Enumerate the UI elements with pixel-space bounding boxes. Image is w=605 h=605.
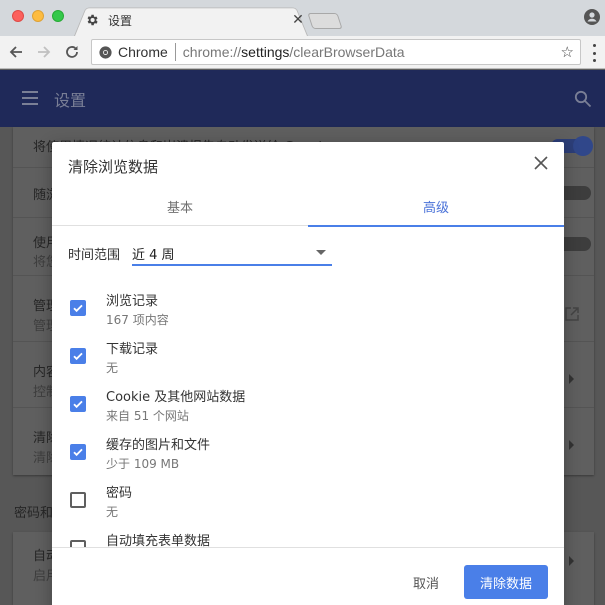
list-item[interactable]: 缓存的图片和文件 少于 109 MB — [52, 426, 564, 474]
list-item[interactable]: 浏览记录 167 项内容 — [52, 282, 564, 330]
dialog-tabs: 基本 高级 — [52, 186, 564, 227]
item-title: 下载记录 — [106, 342, 159, 357]
external-link-icon[interactable] — [564, 306, 580, 322]
tab-title: 设置 — [108, 13, 133, 28]
settings-header: 设置 — [0, 70, 605, 127]
item-subtitle: 来自 51 个网站 — [106, 409, 189, 423]
checkmark-icon — [73, 400, 83, 409]
forward-button[interactable] — [34, 42, 54, 62]
window-minimize-button[interactable] — [32, 10, 44, 22]
arrow-right-icon — [38, 46, 51, 58]
arrow-left-icon — [9, 46, 22, 58]
dropdown-caret-icon — [316, 250, 326, 255]
item-subtitle: 少于 109 MB — [106, 457, 180, 471]
checkbox-cache[interactable] — [70, 444, 86, 460]
checkmark-icon — [73, 304, 83, 313]
tab-close-icon[interactable]: ✕ — [290, 12, 306, 28]
browser-toolbar: Chrome chrome://settings/clearBrowserDat… — [0, 36, 605, 69]
item-title: Cookie 及其他网站数据 — [106, 390, 246, 405]
time-range-value: 近 4 周 — [132, 248, 175, 263]
gear-icon — [84, 12, 100, 28]
checkbox-browsing-history[interactable] — [70, 300, 86, 316]
list-item[interactable]: Cookie 及其他网站数据 来自 51 个网站 — [52, 378, 564, 426]
search-icon[interactable] — [574, 90, 592, 108]
new-tab-button[interactable] — [307, 13, 343, 29]
item-subtitle: 无 — [106, 505, 119, 519]
url-text[interactable]: chrome://settings/clearBrowserData — [183, 44, 405, 60]
reload-button[interactable] — [62, 42, 82, 62]
url-path: /clearBrowserData — [289, 44, 405, 60]
tab-basic[interactable]: 基本 — [52, 186, 308, 226]
origin-chip: Chrome — [118, 44, 168, 60]
item-title: 浏览记录 — [106, 294, 159, 309]
list-item[interactable]: 自动填充表单数据 — [52, 522, 564, 547]
checkmark-icon — [73, 448, 83, 457]
checkbox-download-history[interactable] — [70, 348, 86, 364]
checkmark-icon — [73, 352, 83, 361]
item-title: 密码 — [106, 486, 133, 501]
address-bar[interactable]: Chrome chrome://settings/clearBrowserDat… — [91, 39, 581, 65]
browser-tab-content[interactable]: 设置 ✕ — [84, 8, 306, 32]
item-subtitle: 无 — [106, 361, 119, 375]
close-icon[interactable] — [533, 155, 549, 171]
clear-browsing-data-dialog: 清除浏览数据 基本 高级 时间范围 近 4 周 浏览记录 167 项内容 下载记… — [52, 142, 564, 605]
item-subtitle: 167 项内容 — [106, 313, 169, 327]
menu-icon[interactable] — [22, 91, 38, 105]
omnibox-separator — [174, 43, 176, 61]
reload-icon — [66, 46, 78, 58]
arrow-right-icon[interactable] — [569, 374, 574, 384]
window-zoom-button[interactable] — [52, 10, 64, 22]
chrome-icon — [99, 45, 112, 59]
profile-icon[interactable] — [584, 9, 600, 25]
cancel-button[interactable]: 取消 — [400, 565, 452, 599]
page-title: 设置 — [54, 91, 87, 110]
url-scheme: chrome:// — [182, 44, 242, 60]
clear-data-button[interactable]: 清除数据 — [464, 565, 548, 599]
time-range-select[interactable]: 近 4 周 — [132, 238, 332, 266]
arrow-right-icon[interactable] — [569, 440, 574, 450]
item-title: 缓存的图片和文件 — [106, 438, 211, 453]
url-host: settings — [241, 44, 290, 60]
dialog-title: 清除浏览数据 — [68, 158, 159, 176]
tab-strip: 设置 ✕ — [0, 0, 605, 36]
back-button[interactable] — [6, 42, 26, 62]
list-item[interactable]: 下载记录 无 — [52, 330, 564, 378]
browser-menu-icon[interactable] — [592, 44, 596, 62]
dialog-footer: 取消 清除数据 — [52, 547, 564, 605]
window-close-button[interactable] — [12, 10, 24, 22]
data-type-list: 浏览记录 167 项内容 下载记录 无 Cookie 及其他网站数据 来自 51… — [52, 282, 564, 547]
bookmark-star-icon[interactable]: ☆ — [561, 43, 574, 61]
item-title: 自动填充表单数据 — [106, 534, 211, 547]
arrow-right-icon[interactable] — [569, 556, 574, 566]
tab-advanced[interactable]: 高级 — [308, 186, 564, 227]
checkbox-autofill[interactable] — [70, 540, 86, 547]
time-range-label: 时间范围 — [68, 248, 121, 263]
checkbox-cookies[interactable] — [70, 396, 86, 412]
checkbox-passwords[interactable] — [70, 492, 86, 508]
list-item[interactable]: 密码 无 — [52, 474, 564, 522]
